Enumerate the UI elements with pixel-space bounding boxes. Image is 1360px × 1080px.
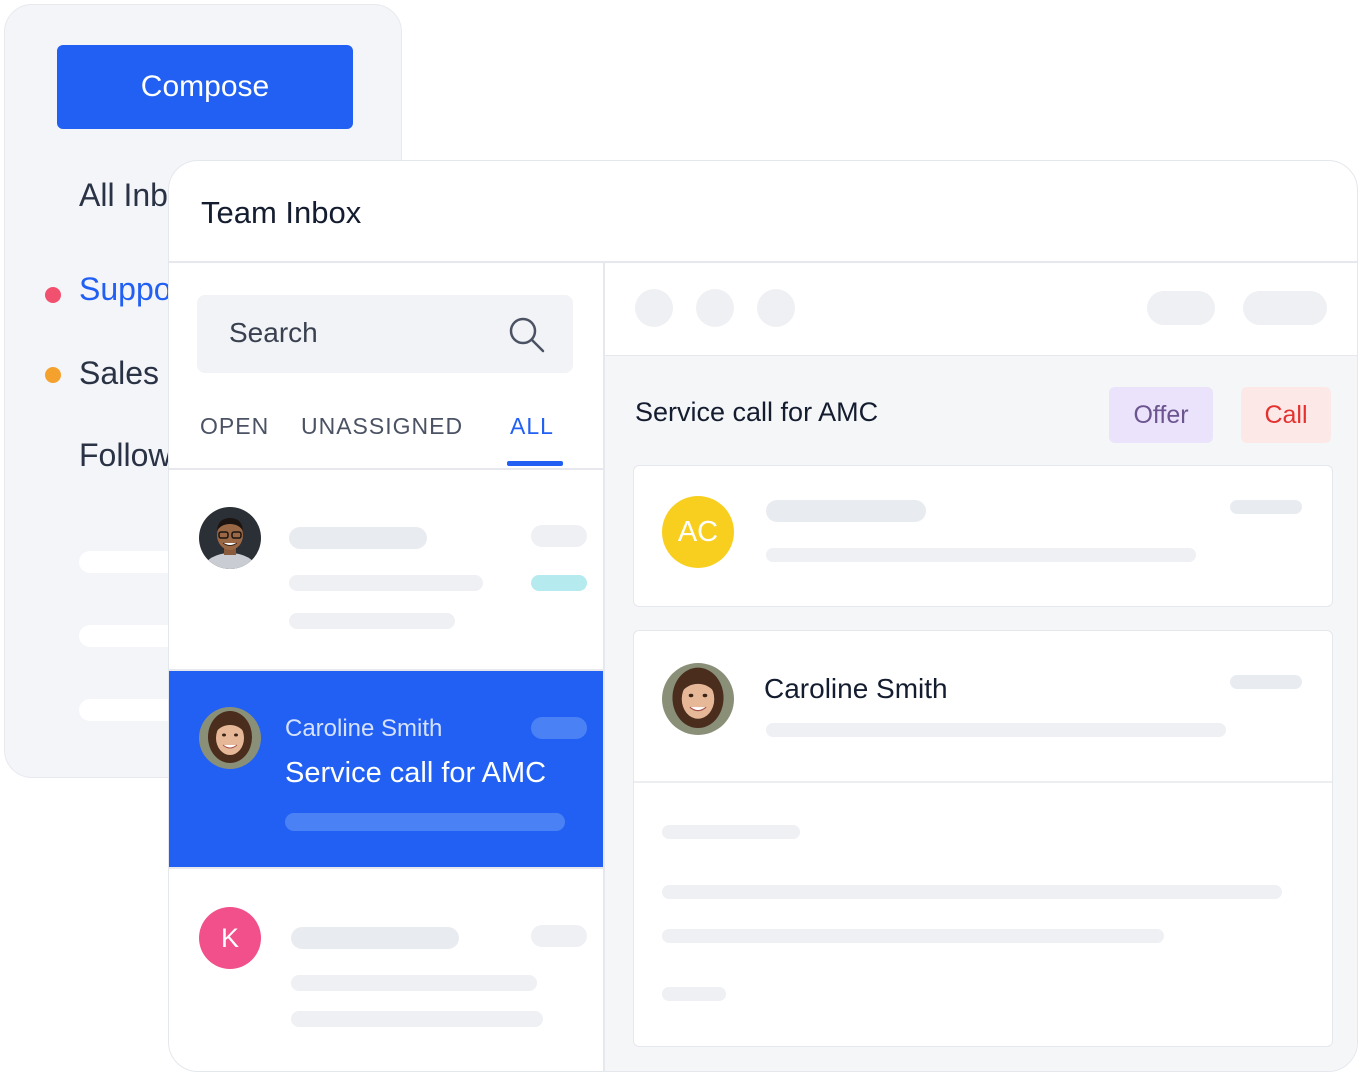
placeholder-bar <box>766 548 1196 562</box>
placeholder-bar <box>531 525 587 547</box>
search-box[interactable]: Search <box>197 295 573 373</box>
placeholder-bar <box>289 527 427 549</box>
toolbar-placeholder[interactable] <box>1243 291 1327 325</box>
toolbar-placeholder[interactable] <box>1147 291 1215 325</box>
call-tag[interactable]: Call <box>1241 387 1331 443</box>
sidebar-item-follow[interactable]: Follow <box>79 437 171 474</box>
team-inbox-window: Team Inbox Search OPEN UNASSIGNED ALL Ca… <box>168 160 1358 1072</box>
page-title: Team Inbox <box>201 195 362 230</box>
woman-photo-avatar <box>199 707 261 769</box>
conversation-detail: Service call for AMC Offer Call AC Carol… <box>605 263 1357 1071</box>
placeholder-bar <box>289 575 483 591</box>
placeholder-bar <box>662 987 726 1001</box>
card-divider <box>634 781 1332 783</box>
search-icon[interactable] <box>507 315 547 360</box>
placeholder-bar <box>531 717 587 739</box>
row-divider <box>169 867 603 869</box>
search-input[interactable]: Search <box>229 317 318 349</box>
placeholder-bar <box>1230 675 1302 689</box>
placeholder-bar <box>291 975 537 991</box>
compose-button[interactable]: Compose <box>57 45 353 129</box>
active-tab-indicator <box>507 461 563 466</box>
placeholder-bar <box>766 500 926 522</box>
sales-dot-icon <box>45 367 61 383</box>
placeholder-bar <box>1230 500 1302 514</box>
detail-subject: Service call for AMC <box>635 397 879 427</box>
tab-unassigned[interactable]: UNASSIGNED <box>301 413 463 440</box>
placeholder-bar <box>766 723 1226 737</box>
conversation-subject: Service call for AMC <box>285 757 547 789</box>
sidebar-item-sales[interactable]: Sales <box>79 355 159 392</box>
placeholder-bar <box>662 825 800 839</box>
placeholder-bar <box>662 885 1282 899</box>
placeholder-bar <box>289 613 455 629</box>
message-card-expanded[interactable]: Caroline Smith <box>633 630 1333 1047</box>
offer-tag[interactable]: Offer <box>1109 387 1213 443</box>
message-card[interactable]: AC <box>633 465 1333 607</box>
conversation-item-selected[interactable]: Caroline Smith Service call for AMC <box>169 671 603 867</box>
placeholder-bar <box>291 927 459 949</box>
toolbar-placeholder[interactable] <box>635 289 673 327</box>
man-photo-avatar <box>199 507 261 569</box>
tab-all[interactable]: ALL <box>510 413 554 440</box>
avatar-initial: K <box>199 907 261 969</box>
detail-toolbar <box>605 263 1357 356</box>
placeholder-bar <box>285 813 565 831</box>
avatar-initials: AC <box>662 496 734 568</box>
toolbar-placeholder[interactable] <box>696 289 734 327</box>
placeholder-bar <box>291 1011 543 1027</box>
toolbar-placeholder[interactable] <box>757 289 795 327</box>
conversation-sender: Caroline Smith <box>285 715 443 742</box>
tab-open[interactable]: OPEN <box>200 413 269 440</box>
woman-photo-avatar <box>662 663 734 735</box>
sender-name: Caroline Smith <box>764 673 948 704</box>
placeholder-bar <box>531 575 587 591</box>
placeholder-bar <box>531 925 587 947</box>
placeholder-bar <box>662 929 1164 943</box>
support-dot-icon <box>45 287 61 303</box>
tabs-divider <box>169 468 603 470</box>
